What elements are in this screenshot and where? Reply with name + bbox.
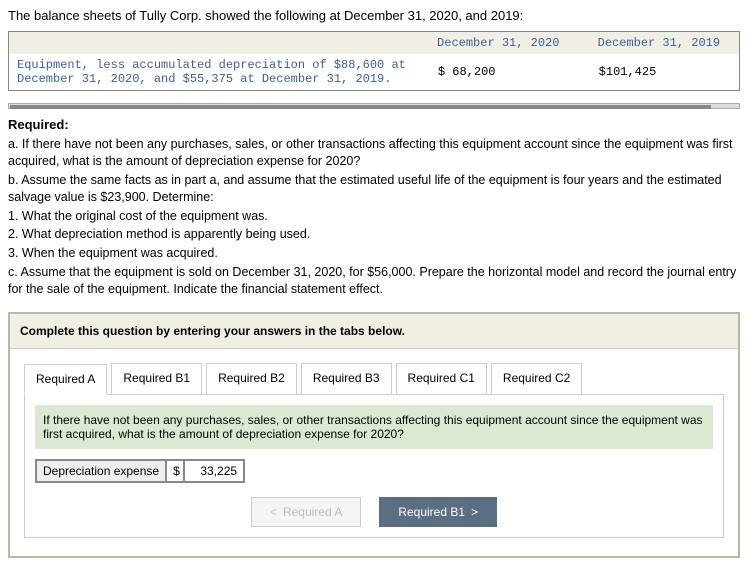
tab-content-a: If there have not been any purchases, sa… [24, 394, 724, 538]
answer-hint: Complete this question by entering your … [10, 314, 738, 349]
tab-prompt: If there have not been any purchases, sa… [35, 405, 713, 449]
req-b3: 3. When the equipment was acquired. [8, 245, 740, 262]
col-header-2019: December 31, 2019 [579, 32, 740, 55]
req-b1: 1. What the original cost of the equipme… [8, 208, 740, 225]
tab-required-c2[interactable]: Required C2 [491, 363, 582, 394]
row-label-empty [9, 32, 418, 55]
prev-label: Required A [283, 505, 342, 519]
chevron-left-icon: < [270, 505, 277, 519]
req-b-lead: b. Assume the same facts as in part a, a… [8, 172, 740, 206]
req-b2: 2. What depreciation method is apparentl… [8, 226, 740, 243]
answer-panel: Complete this question by entering your … [8, 312, 740, 558]
row-label: Equipment, less accumulated depreciation… [9, 54, 418, 91]
nav-row: < Required A Required B1 > [35, 497, 713, 527]
val-2020: $ 68,200 [418, 54, 579, 91]
tab-required-b1[interactable]: Required B1 [111, 363, 202, 394]
req-a: a. If there have not been any purchases,… [8, 136, 740, 170]
answer-label: Depreciation expense [35, 459, 167, 483]
tab-strip: Required A Required B1 Required B2 Requi… [24, 363, 724, 394]
requirements-list: a. If there have not been any purchases,… [8, 136, 740, 298]
tab-required-a[interactable]: Required A [24, 364, 107, 395]
required-heading: Required: [8, 117, 740, 132]
tab-required-b2[interactable]: Required B2 [206, 363, 297, 394]
horizontal-scrollbar[interactable] [8, 103, 740, 109]
tab-required-b3[interactable]: Required B3 [301, 363, 392, 394]
balance-sheet-table: December 31, 2020 December 31, 2019 Equi… [8, 31, 740, 91]
answer-row: Depreciation expense $ 33,225 [35, 459, 713, 483]
tab-required-c1[interactable]: Required C1 [396, 363, 487, 394]
next-button[interactable]: Required B1 > [379, 497, 497, 527]
col-header-2020: December 31, 2020 [418, 32, 579, 55]
prev-button[interactable]: < Required A [251, 497, 361, 527]
currency-symbol: $ [167, 459, 185, 483]
depreciation-expense-input[interactable]: 33,225 [185, 459, 245, 483]
chevron-right-icon: > [471, 505, 478, 519]
req-c: c. Assume that the equipment is sold on … [8, 264, 740, 298]
intro-text: The balance sheets of Tully Corp. showed… [8, 8, 740, 23]
val-2019: $101,425 [579, 54, 740, 91]
next-label: Required B1 [398, 505, 465, 519]
